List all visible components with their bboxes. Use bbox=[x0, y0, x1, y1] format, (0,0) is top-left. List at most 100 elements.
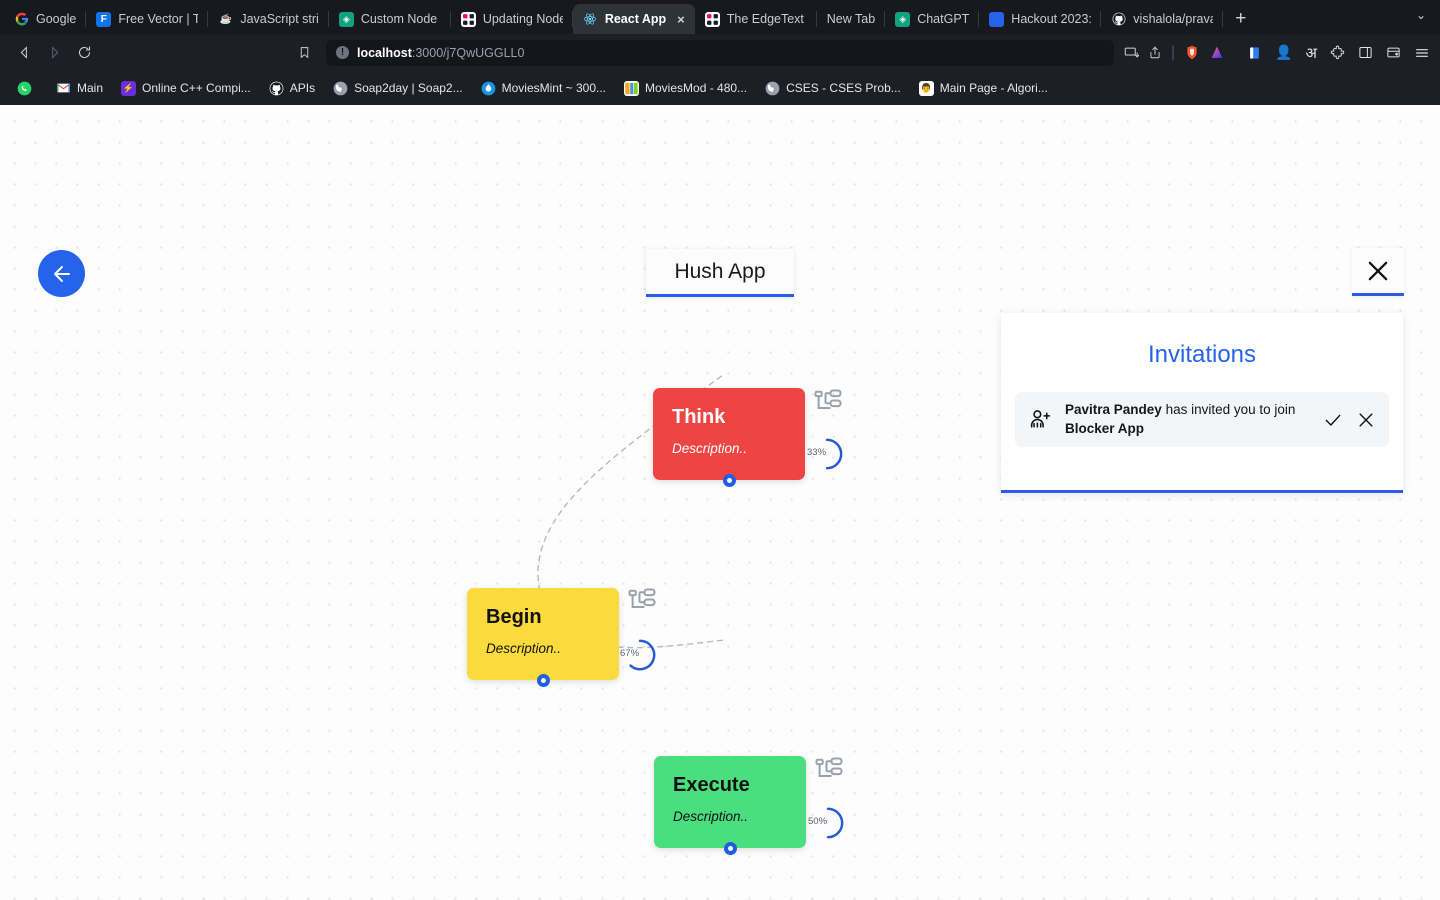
invitation-message: has invited you to join bbox=[1161, 402, 1296, 418]
tab-label: Google bbox=[36, 12, 77, 26]
chatgpt-icon: ◈ bbox=[338, 11, 354, 27]
node-progress-label: 50% bbox=[808, 816, 828, 827]
react-icon bbox=[583, 12, 598, 27]
node-source-handle[interactable] bbox=[723, 842, 737, 855]
new-tab-button[interactable]: + bbox=[1223, 4, 1258, 34]
bookmark-label: Main Page - Algori... bbox=[939, 81, 1048, 95]
flow-node-begin[interactable]: Begin Description.. bbox=[467, 588, 619, 687]
bookmark-item[interactable]: Soap2day | Soap2... bbox=[324, 76, 472, 100]
url-text: localhost:3000/j7QwUGGLL0 bbox=[357, 46, 524, 60]
brave-leo-icon[interactable] bbox=[1209, 44, 1225, 61]
tab-label: vishalola/prava bbox=[1133, 12, 1214, 26]
node-source-handle[interactable] bbox=[722, 474, 736, 487]
sitemap-icon[interactable] bbox=[813, 388, 843, 418]
bookmark-item[interactable]: 👨 Main Page - Algori... bbox=[910, 76, 1057, 100]
browser-tab[interactable]: ☕ JavaScript stri bbox=[208, 4, 329, 34]
github-icon bbox=[1111, 12, 1126, 27]
hamburger-menu-icon[interactable] bbox=[1414, 45, 1430, 61]
close-panel-button[interactable] bbox=[1352, 248, 1404, 296]
node-description: Description.. bbox=[486, 641, 562, 656]
tab-label: JavaScript stri bbox=[240, 12, 319, 26]
bookmark-label: Soap2day | Soap2... bbox=[354, 81, 463, 95]
whatsapp-icon bbox=[17, 81, 32, 96]
flow-node-think[interactable]: Think Description.. bbox=[653, 388, 805, 487]
browser-tab[interactable]: F Free Vector | T bbox=[86, 4, 209, 34]
back-button[interactable] bbox=[38, 250, 85, 297]
globe-icon bbox=[333, 81, 348, 96]
movies-icon bbox=[624, 80, 640, 96]
translate-icon[interactable]: अ bbox=[1306, 43, 1317, 63]
browser-tab[interactable]: New Tab bbox=[817, 4, 886, 34]
bookmark-label: CSES - CSES Prob... bbox=[786, 81, 901, 95]
bookmark-icon[interactable] bbox=[290, 40, 318, 66]
invitation-sender: Pavitra Pandey bbox=[1065, 402, 1162, 418]
flow-canvas[interactable]: Hush App Invitations Pavitra Pandey has … bbox=[0, 105, 1440, 900]
invitations-panel: Invitations Pavitra Pandey has invited y… bbox=[1001, 313, 1403, 493]
google-icon bbox=[14, 12, 29, 27]
site-info-icon[interactable]: ! bbox=[336, 46, 349, 59]
app-title-card[interactable]: Hush App bbox=[646, 249, 794, 297]
browser-tab[interactable]: Updating Node bbox=[451, 4, 573, 34]
droplet-icon bbox=[481, 81, 496, 96]
cast-icon[interactable] bbox=[1124, 45, 1139, 60]
browser-tab[interactable]: vishalola/prava bbox=[1101, 4, 1224, 34]
node-progress-execute: 50% bbox=[808, 806, 845, 840]
tab-list-chevron-icon[interactable]: ⌄ bbox=[1416, 8, 1426, 22]
tab-label: Hackout 2023: bbox=[1011, 12, 1092, 26]
reload-icon[interactable] bbox=[70, 40, 98, 66]
invitation-actions bbox=[1323, 410, 1376, 430]
sitemap-icon[interactable] bbox=[627, 587, 657, 617]
reading-list-icon[interactable] bbox=[1247, 45, 1262, 61]
grammarly-icon[interactable]: 👤 bbox=[1275, 44, 1292, 61]
url-bar-wrapper: ! localhost:3000/j7QwUGGLL0 | 👤 अ bbox=[326, 39, 1430, 66]
bookmark-item[interactable]: APIs bbox=[260, 76, 324, 100]
navigation-bar: ! localhost:3000/j7QwUGGLL0 | 👤 अ bbox=[0, 34, 1440, 71]
browser-tab[interactable]: The EdgeText c bbox=[695, 4, 817, 34]
browser-tab[interactable]: ◈ Custom Node D bbox=[329, 4, 451, 34]
sitemap-icon[interactable] bbox=[814, 756, 844, 786]
invitation-text: Pavitra Pandey has invited you to join B… bbox=[1065, 401, 1311, 437]
bookmark-item[interactable]: CSES - CSES Prob... bbox=[756, 76, 910, 100]
person-icon: 👨 bbox=[918, 80, 934, 96]
node-title: Think bbox=[672, 406, 726, 428]
gmail-icon bbox=[56, 81, 71, 96]
node-progress-label: 33% bbox=[807, 447, 827, 458]
bookmark-item[interactable]: Main bbox=[47, 76, 112, 100]
node-source-handle[interactable] bbox=[536, 674, 550, 687]
tab-strip: Google F Free Vector | T ☕ JavaScript st… bbox=[0, 0, 1440, 34]
sidebar-toggle-icon[interactable] bbox=[1358, 45, 1373, 60]
browser-tab-active[interactable]: React App × bbox=[572, 4, 695, 34]
bookmark-item[interactable] bbox=[8, 76, 47, 100]
wallet-icon[interactable] bbox=[1386, 45, 1401, 60]
reactflow-icon bbox=[460, 11, 476, 27]
browser-tab[interactable]: Hackout 2023: bbox=[979, 4, 1102, 34]
node-progress-think: 33% bbox=[807, 437, 844, 471]
puzzle-extension-icon[interactable] bbox=[1330, 45, 1345, 61]
close-x-icon bbox=[1364, 257, 1392, 285]
freepik-icon: F bbox=[96, 11, 112, 27]
browser-tab[interactable]: Google bbox=[4, 4, 87, 34]
tab-label: Custom Node D bbox=[360, 12, 441, 26]
page-title: Hush App bbox=[674, 259, 766, 283]
bookmark-item[interactable]: ⚡ Online C++ Compi... bbox=[112, 76, 260, 100]
globe-icon bbox=[765, 81, 780, 96]
node-description: Description.. bbox=[672, 441, 748, 456]
brave-shields-icon[interactable] bbox=[1184, 44, 1200, 61]
close-x-icon[interactable] bbox=[1356, 410, 1376, 430]
bookmark-item[interactable]: MoviesMod - 480... bbox=[615, 76, 756, 100]
tab-label: Updating Node bbox=[482, 12, 563, 26]
tab-label: Free Vector | T bbox=[118, 12, 199, 26]
share-icon[interactable] bbox=[1148, 45, 1162, 60]
tab-close-icon[interactable]: × bbox=[677, 12, 685, 27]
back-arrow-icon[interactable] bbox=[10, 40, 38, 66]
url-bar-actions: | bbox=[1114, 44, 1235, 62]
flow-node-execute[interactable]: Execute Description.. bbox=[654, 756, 806, 855]
browser-tab[interactable]: ◈ ChatGPT bbox=[885, 4, 980, 34]
url-bar[interactable]: ! localhost:3000/j7QwUGGLL0 bbox=[326, 39, 1114, 66]
check-icon[interactable] bbox=[1323, 410, 1343, 430]
node-title: Execute bbox=[673, 774, 750, 796]
extension-toolbar: 👤 अ bbox=[1235, 43, 1430, 63]
bookmark-item[interactable]: MoviesMint ~ 300... bbox=[472, 76, 615, 100]
compiler-icon: ⚡ bbox=[121, 80, 137, 96]
tab-label: React App bbox=[604, 12, 667, 26]
